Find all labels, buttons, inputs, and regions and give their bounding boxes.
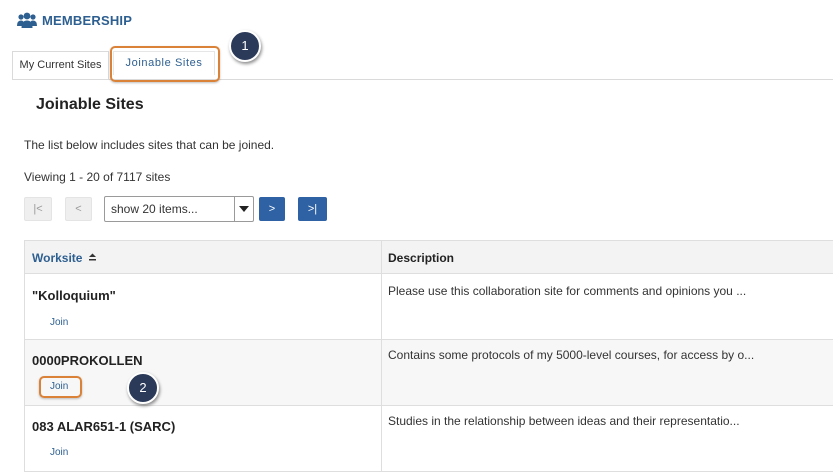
callout-badge-1: 1: [229, 30, 261, 62]
intro-text: The list below includes sites that can b…: [24, 138, 275, 152]
table-row: "Kolloquium" Join Please use this collab…: [24, 274, 833, 340]
next-page-button[interactable]: >: [259, 197, 285, 221]
table-header: Worksite Description: [24, 240, 833, 274]
sort-ascending-icon[interactable]: [88, 252, 97, 261]
page-size-value: show 20 items...: [111, 202, 198, 216]
highlight-joinable-tab: [110, 46, 220, 82]
tool-title-label: MEMBERSHIP: [42, 12, 133, 28]
last-page-button[interactable]: >|: [298, 197, 327, 221]
table-row: 083 ALAR651-1 (SARC) Join Studies in the…: [24, 406, 833, 472]
prev-page-button[interactable]: <: [65, 197, 92, 221]
site-name: 0000PROKOLLEN: [32, 353, 143, 368]
viewing-count: Viewing 1 - 20 of 7117 sites: [24, 170, 171, 184]
highlight-join-link: [39, 376, 82, 398]
site-name: 083 ALAR651-1 (SARC): [32, 419, 176, 434]
callout-badge-2: 2: [127, 372, 159, 404]
page-title: Joinable Sites: [36, 96, 144, 113]
description-column-header: Description: [388, 251, 455, 265]
users-icon: [17, 12, 37, 28]
site-description: Studies in the relationship between idea…: [388, 414, 740, 428]
site-description: Contains some protocols of my 5000-level…: [388, 348, 755, 362]
chevron-down-icon: [234, 197, 253, 221]
tab-my-current-sites[interactable]: My Current Sites: [12, 51, 109, 79]
page-size-select[interactable]: show 20 items...: [104, 196, 254, 222]
worksite-column-header[interactable]: Worksite: [32, 251, 82, 265]
join-link[interactable]: Join: [50, 317, 68, 328]
site-description: Please use this collaboration site for c…: [388, 284, 747, 298]
site-name: "Kolloquium": [32, 288, 116, 303]
tool-title: MEMBERSHIP: [17, 12, 132, 28]
first-page-button[interactable]: |<: [24, 197, 52, 221]
join-link[interactable]: Join: [50, 447, 68, 458]
